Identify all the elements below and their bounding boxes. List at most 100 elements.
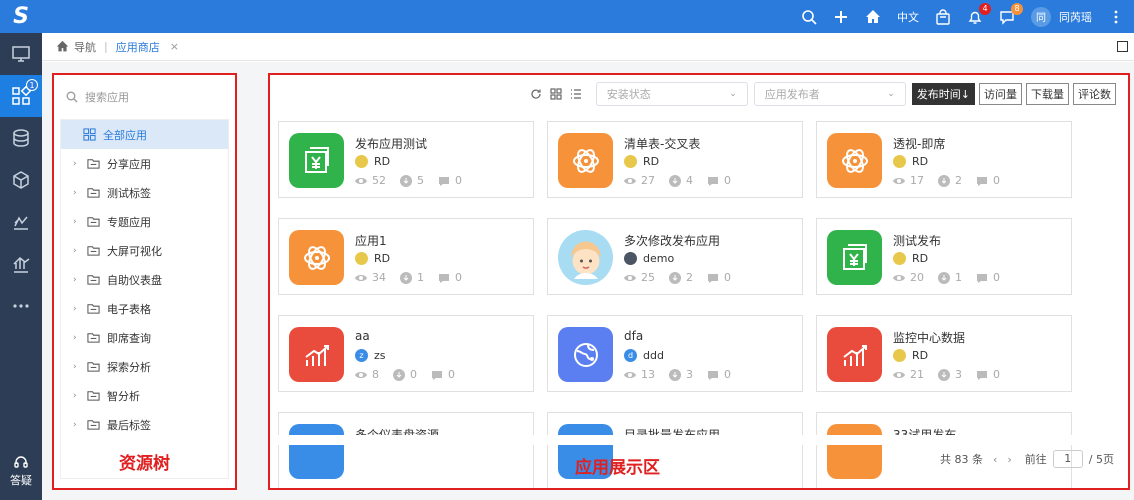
download-icon <box>938 174 950 187</box>
sort-by-downloads-button[interactable]: 下载量 <box>1026 83 1069 105</box>
app-publisher: demo <box>624 252 674 265</box>
layers-nav[interactable] <box>0 201 42 243</box>
add-button[interactable] <box>833 9 849 25</box>
app-card[interactable]: 透视-即席 RD 17 2 0 <box>816 121 1072 198</box>
chevron-right-icon: › <box>73 158 77 169</box>
app-card[interactable]: 清单表-交叉表 RD 27 4 0 <box>547 121 803 198</box>
cube-nav[interactable] <box>0 159 42 201</box>
atom-app-icon <box>558 133 613 188</box>
breadcrumb-separator: | <box>104 40 108 53</box>
publisher-name: RD <box>374 155 391 168</box>
chevron-right-icon: › <box>73 390 77 401</box>
chart-app-icon <box>289 327 344 382</box>
message-button[interactable]: 8 <box>999 2 1023 25</box>
list-view-icon[interactable] <box>570 88 582 100</box>
publisher-avatar <box>893 252 906 265</box>
downloads-stat: 4 <box>669 174 693 187</box>
sort-by-visits-button[interactable]: 访问量 <box>979 83 1022 105</box>
prev-page-icon[interactable]: ‹ <box>993 453 997 466</box>
tree-node[interactable]: › 大屏可视化 <box>61 236 228 265</box>
maximize-icon[interactable] <box>1117 41 1128 52</box>
home-icon <box>56 40 69 52</box>
tree-node[interactable]: › 测试标签 <box>61 178 228 207</box>
tab-app-store[interactable]: 应用商店 <box>116 39 160 55</box>
views-count: 20 <box>910 271 924 284</box>
tree-node[interactable]: › 自助仪表盘 <box>61 265 228 294</box>
refresh-icon[interactable] <box>530 88 542 100</box>
sort-by-comments-button[interactable]: 评论数 <box>1073 83 1116 105</box>
monitor-nav[interactable] <box>0 33 42 75</box>
eye-icon <box>624 371 636 378</box>
tree-node[interactable]: › 专题应用 <box>61 207 228 236</box>
analysis-nav[interactable] <box>0 243 42 285</box>
app-card[interactable]: 应用1 RD 34 1 0 <box>278 218 534 295</box>
sort-by-time-button[interactable]: 发布时间 ↓ <box>911 83 975 105</box>
folder-icon <box>87 362 100 372</box>
tree-node[interactable]: 全部应用 <box>61 120 228 149</box>
app-stats: 25 2 0 <box>624 271 745 284</box>
views-count: 25 <box>641 271 655 284</box>
page-number-input[interactable]: 1 <box>1052 450 1083 468</box>
chevron-down-icon: ⌄ <box>729 89 737 99</box>
tree-node[interactable]: › 分享应用 <box>61 149 228 178</box>
more-nav[interactable] <box>0 285 42 327</box>
comments-stat: 0 <box>438 174 462 187</box>
chevron-right-icon: › <box>73 303 77 314</box>
user-menu[interactable]: 同 同芮瑶 <box>1031 6 1092 27</box>
comment-icon <box>708 273 718 283</box>
app-publisher: RD <box>893 252 928 265</box>
more-menu-button[interactable] <box>1108 9 1124 25</box>
app-card[interactable]: 多个仪表盘资源 <box>278 412 534 488</box>
bag-button[interactable] <box>935 8 951 25</box>
chevron-down-icon: ⌄ <box>887 89 895 99</box>
app-card[interactable]: aa z zs 8 0 0 <box>278 315 534 392</box>
grid-view-icon[interactable] <box>550 88 562 100</box>
tree-node[interactable]: › 即席查询 <box>61 323 228 352</box>
atom-app-icon <box>827 133 882 188</box>
database-nav[interactable] <box>0 117 42 159</box>
app-card[interactable]: 多次修改发布应用 demo 25 2 0 <box>547 218 803 295</box>
app-publisher: RD <box>355 252 390 265</box>
app-store-nav[interactable]: 1 <box>0 75 42 117</box>
next-page-icon[interactable]: › <box>1007 453 1011 466</box>
downloads-count: 0 <box>410 368 417 381</box>
folder-icon <box>87 420 100 430</box>
app-card[interactable]: 测试发布 RD 20 1 0 <box>816 218 1072 295</box>
home-button[interactable] <box>865 9 881 25</box>
sort-down-icon: ↓ <box>960 87 970 101</box>
app-logo[interactable]: S <box>0 0 42 33</box>
downloads-stat: 3 <box>938 368 962 381</box>
tree-node[interactable]: › 探索分析 <box>61 352 228 381</box>
map-app-icon <box>558 327 613 382</box>
app-name: dfa <box>624 329 644 343</box>
app-card[interactable]: 发布应用测试 RD 52 5 0 <box>278 121 534 198</box>
user-name: 同芮瑶 <box>1059 10 1092 24</box>
face-avatar-icon <box>558 230 613 285</box>
publisher-select[interactable]: 应用发布者 ⌄ <box>753 82 906 106</box>
publisher-name: RD <box>912 349 929 362</box>
chevron-right-icon: › <box>73 187 77 198</box>
tree-node[interactable]: › 电子表格 <box>61 294 228 323</box>
views-count: 8 <box>372 368 379 381</box>
language-switch[interactable]: 中文 <box>897 9 919 25</box>
tree-node[interactable]: › 最后标签 <box>61 410 228 439</box>
help-button[interactable]: 答疑 <box>0 454 42 488</box>
app-name: 测试发布 <box>893 234 942 248</box>
tree-node[interactable]: › 智分析 <box>61 381 228 410</box>
notification-button[interactable]: 4 <box>967 2 991 25</box>
download-icon <box>400 271 412 284</box>
breadcrumb-home[interactable]: 导航 <box>56 39 96 55</box>
cube-icon <box>13 171 29 189</box>
views-stat: 17 <box>893 174 924 187</box>
app-card[interactable]: 监控中心数据 RD 21 3 0 <box>816 315 1072 392</box>
search-button[interactable] <box>801 9 817 25</box>
publisher-name: demo <box>643 252 675 265</box>
install-status-select[interactable]: 安装状态 ⌄ <box>595 82 748 106</box>
resource-tree-annotation: 资源树 <box>119 454 170 474</box>
tab-close-button[interactable]: × <box>170 40 179 53</box>
comment-icon <box>439 273 449 283</box>
app-stats: 17 2 0 <box>893 174 1014 187</box>
chevron-right-icon: › <box>73 245 77 256</box>
app-card[interactable]: dfa d ddd 13 3 0 <box>547 315 803 392</box>
search-input[interactable]: 搜索应用 <box>54 75 235 119</box>
